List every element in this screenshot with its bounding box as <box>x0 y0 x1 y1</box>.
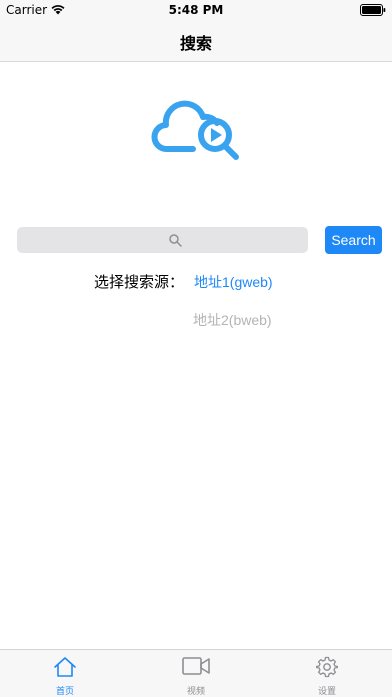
search-input[interactable] <box>17 227 308 253</box>
search-button[interactable]: Search <box>325 226 382 254</box>
source-label: 选择搜索源： <box>94 273 185 291</box>
search-field[interactable] <box>17 227 308 253</box>
search-icon <box>169 234 182 247</box>
tab-video[interactable]: 视频 <box>131 650 261 697</box>
battery-icon <box>360 4 386 19</box>
home-icon <box>54 657 76 677</box>
status-time: 5:48 PM <box>168 3 224 17</box>
cloud-video-search-logo <box>151 100 239 160</box>
gear-icon <box>316 656 338 678</box>
tab-settings[interactable]: 设置 <box>262 650 392 697</box>
tab-home[interactable]: 首页 <box>0 650 130 697</box>
tab-home-label: 首页 <box>55 687 74 697</box>
tab-bar: 首页 视频 设置 <box>0 649 392 697</box>
navigation-bar: 搜索 <box>0 20 392 62</box>
source-option-bweb[interactable]: 地址2(bweb) <box>193 310 272 330</box>
tab-video-label: 视频 <box>186 687 205 697</box>
status-bar: Carrier 5:48 PM <box>0 0 392 20</box>
video-camera-icon <box>182 657 210 675</box>
tab-settings-label: 设置 <box>317 687 336 697</box>
page-title: 搜索 <box>179 34 212 53</box>
source-option-gweb[interactable]: 地址1(gweb) <box>194 272 273 292</box>
